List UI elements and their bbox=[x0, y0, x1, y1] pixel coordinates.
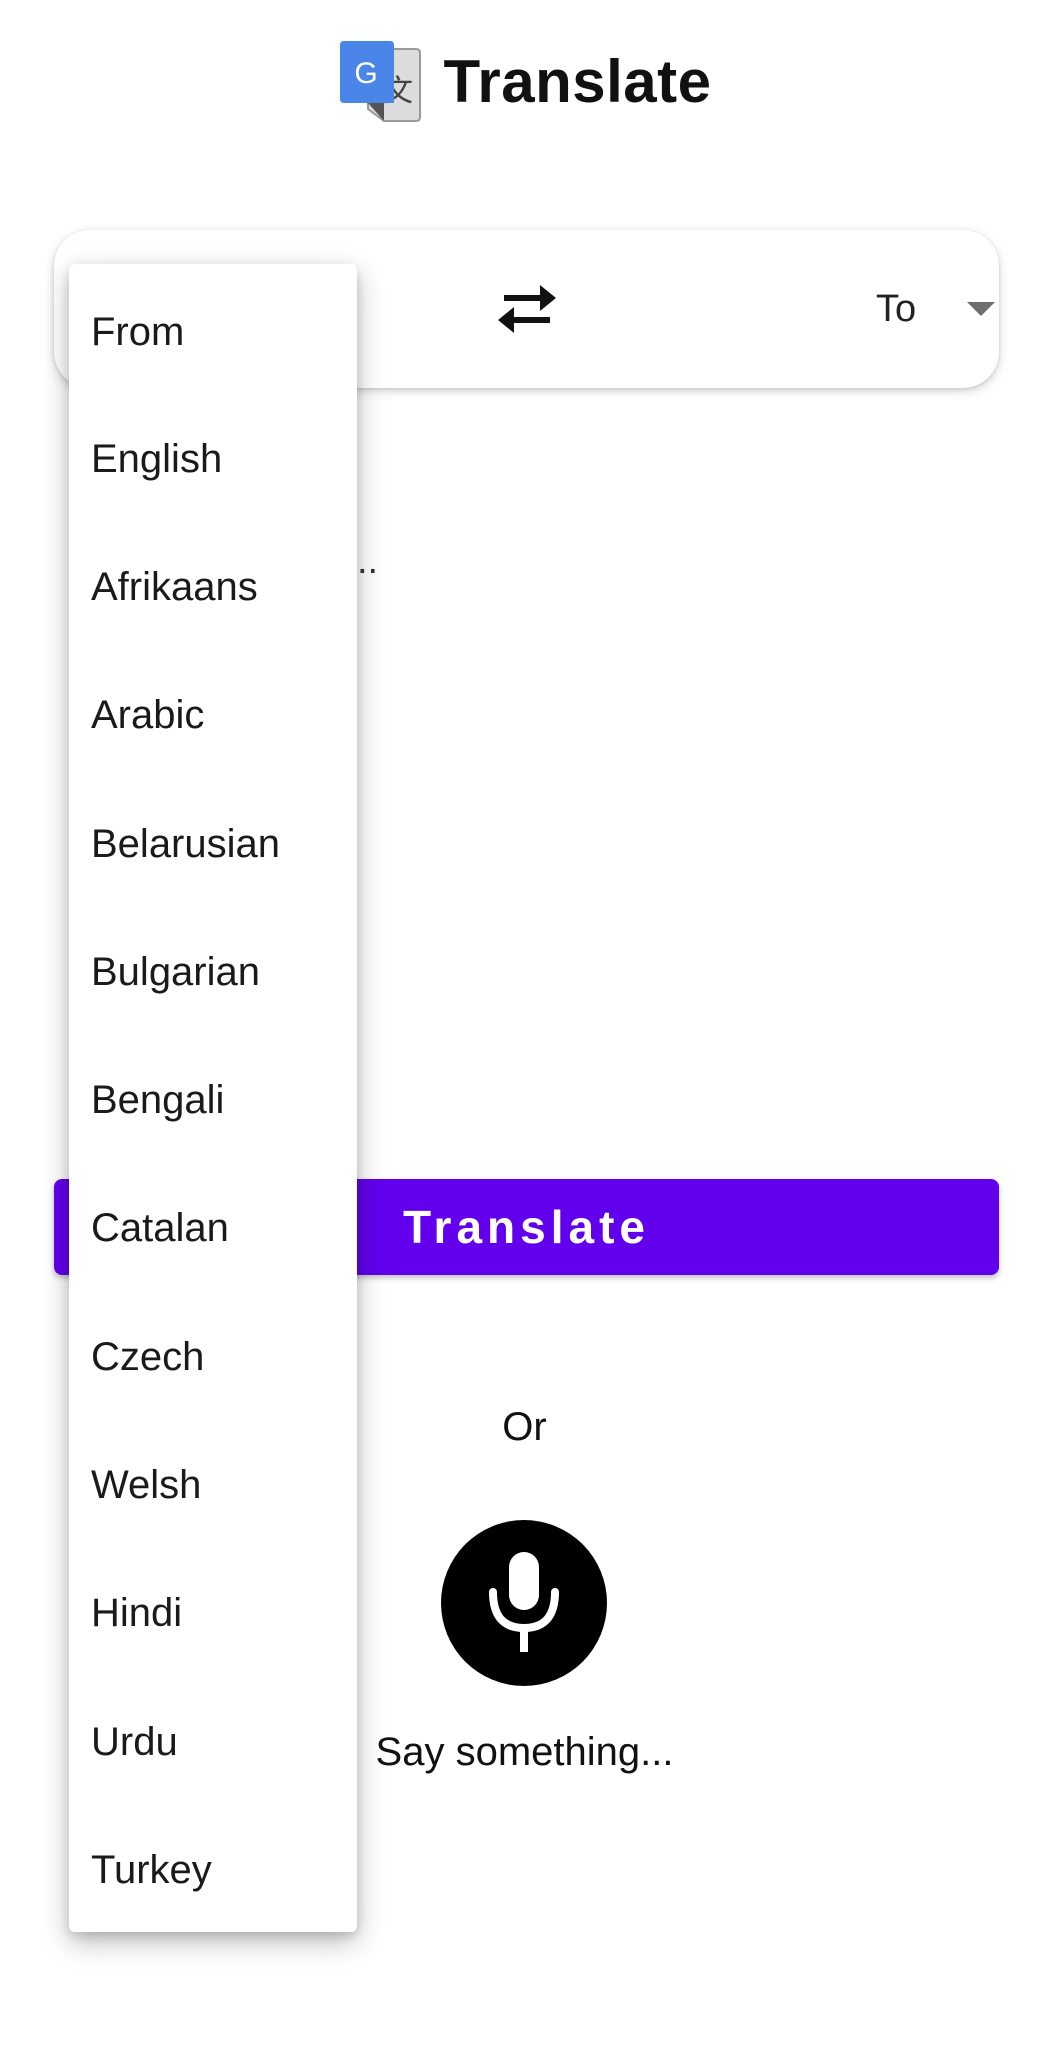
microphone-button[interactable] bbox=[441, 1520, 607, 1686]
dropdown-option-welsh[interactable]: Welsh bbox=[69, 1421, 357, 1549]
to-language-select[interactable]: To bbox=[814, 264, 995, 354]
dropdown-option-catalan[interactable]: Catalan bbox=[69, 1165, 357, 1293]
dropdown-caret-icon bbox=[967, 302, 995, 316]
logo-letter: G bbox=[354, 57, 377, 90]
swap-arrows-icon bbox=[498, 285, 556, 333]
dropdown-option-bulgarian[interactable]: Bulgarian bbox=[69, 908, 357, 1036]
dropdown-option-urdu[interactable]: Urdu bbox=[69, 1678, 357, 1806]
dropdown-option-english[interactable]: English bbox=[69, 395, 357, 523]
to-language-label: To bbox=[876, 287, 917, 330]
input-placeholder-fragment: .. bbox=[357, 540, 379, 582]
dropdown-option-bengali[interactable]: Bengali bbox=[69, 1036, 357, 1164]
dropdown-option-turkey[interactable]: Turkey bbox=[69, 1806, 357, 1934]
from-language-dropdown: From English Afrikaans Arabic Belarusian… bbox=[69, 264, 357, 1932]
app-header: 文 G Translate bbox=[0, 36, 1049, 126]
swap-languages-button[interactable] bbox=[491, 273, 563, 345]
dropdown-option-hindi[interactable]: Hindi bbox=[69, 1550, 357, 1678]
microphone-icon bbox=[489, 1552, 559, 1652]
dropdown-option-czech[interactable]: Czech bbox=[69, 1293, 357, 1421]
google-translate-icon: 文 G bbox=[338, 39, 422, 123]
app-title: Translate bbox=[443, 47, 712, 115]
dropdown-option-from[interactable]: From bbox=[69, 264, 357, 395]
dropdown-option-belarusian[interactable]: Belarusian bbox=[69, 780, 357, 908]
dropdown-option-afrikaans[interactable]: Afrikaans bbox=[69, 523, 357, 651]
dropdown-option-arabic[interactable]: Arabic bbox=[69, 652, 357, 780]
